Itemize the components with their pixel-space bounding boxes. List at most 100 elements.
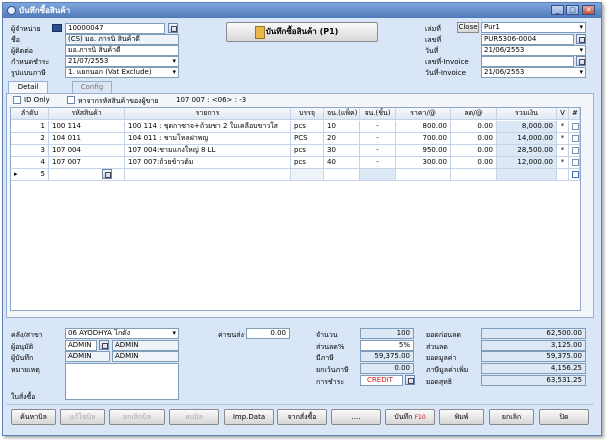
row-price[interactable]: 950.00: [396, 145, 451, 157]
col-discount[interactable]: ลด/@: [451, 108, 497, 120]
row-price[interactable]: 800.00: [396, 121, 451, 133]
nonvat-label: ยกเว้นภาษี: [316, 366, 349, 374]
tab-config[interactable]: Config: [72, 81, 112, 93]
row-price[interactable]: 700.00: [396, 133, 451, 145]
row-desc: [125, 169, 291, 181]
row-code[interactable]: 104 011: [49, 133, 125, 145]
warehouse-select[interactable]: 06 AYODHYA โกดัง: [65, 328, 179, 339]
date-label: วันที่: [425, 47, 439, 55]
due-date-picker[interactable]: 21/07/2553: [65, 56, 179, 67]
row-checkbox[interactable]: [569, 157, 580, 169]
col-pack[interactable]: จน.(แพ็ค): [324, 108, 360, 120]
edit-bill-button[interactable]: แก้ไขบิล: [60, 409, 105, 425]
row-code[interactable]: [49, 169, 125, 181]
table-row[interactable]: 3 107 004 107 004:ชามแกงใหญ่ 8 LL pcs 30…: [11, 145, 580, 157]
row-discount[interactable]: 0.00: [451, 133, 497, 145]
row-code[interactable]: 107 004: [49, 145, 125, 157]
col-total[interactable]: รวมเงิน: [497, 108, 557, 120]
row-discount[interactable]: 0.00: [451, 121, 497, 133]
save-button[interactable]: บันทึก F10: [385, 409, 435, 425]
payment-select[interactable]: CREDIT: [360, 375, 403, 386]
doc-no-input[interactable]: PUR5306-0004: [481, 34, 574, 45]
item-lookup-icon[interactable]: [102, 169, 112, 179]
col-no[interactable]: ลำดับ: [11, 108, 49, 120]
row-unit: pcs: [291, 145, 324, 157]
contact-input[interactable]: มอ.ภารนิ สินค้าดี: [65, 45, 179, 56]
row-pack[interactable]: 20: [324, 133, 360, 145]
delete-bill-button[interactable]: ลบบิล: [169, 409, 219, 425]
book-close-button[interactable]: Close: [457, 22, 479, 33]
table-row[interactable]: 4 107 007 107 007:ถ้วยข้าวต้ม pcs 40 - 3…: [11, 157, 580, 169]
cancel-button[interactable]: ยกเลิก: [489, 409, 534, 425]
table-row[interactable]: 2 104 011 104 011 : ชามโหลฝาพญ PCS 20 - …: [11, 133, 580, 145]
row-piece[interactable]: -: [360, 145, 396, 157]
row-price[interactable]: 300.00: [396, 157, 451, 169]
search-supplier-checkbox[interactable]: [67, 96, 75, 104]
row-piece[interactable]: -: [360, 133, 396, 145]
row-checkbox[interactable]: [569, 169, 580, 181]
col-desc[interactable]: รายการ: [125, 108, 291, 120]
row-code[interactable]: 107 007: [49, 157, 125, 169]
table-row-new[interactable]: ▸ 5: [11, 169, 580, 181]
row-checkbox[interactable]: [569, 133, 580, 145]
approver-lookup-icon[interactable]: [99, 340, 109, 350]
row-piece[interactable]: -: [360, 157, 396, 169]
from-order-button[interactable]: จากสั่งซื้อ: [277, 409, 327, 425]
table-row[interactable]: 1 100 114 100 114 : ชุดกาซาจ+ถ้วยชา 2 ใบ…: [11, 121, 580, 133]
row-price[interactable]: [396, 169, 451, 181]
invoice-no-input[interactable]: [481, 56, 574, 67]
row-pack[interactable]: 10: [324, 121, 360, 133]
row-pack[interactable]: 30: [324, 145, 360, 157]
due-date-label: กำหนดชำระ: [11, 58, 50, 66]
row-checkbox[interactable]: [569, 145, 580, 157]
book-label: เล่มที่: [425, 25, 441, 33]
vat-label: มีภาษี: [316, 354, 334, 362]
row-piece[interactable]: [360, 169, 396, 181]
row-no: 1: [11, 121, 49, 133]
date-picker[interactable]: 21/06/2553: [481, 45, 586, 56]
approver-code-input[interactable]: ADMIN: [65, 340, 97, 351]
supplier-code-input[interactable]: 10000047: [65, 23, 165, 34]
row-desc: 100 114 : ชุดกาซาจ+ถ้วยชา 2 ใบเคลือบขาวใ…: [125, 121, 291, 133]
search-bill-button[interactable]: ค้นหาบิล: [11, 409, 56, 425]
maximize-icon[interactable]: □: [566, 5, 579, 15]
row-discount[interactable]: [451, 169, 497, 181]
col-code[interactable]: รหัสสินค้า: [49, 108, 125, 120]
row-discount[interactable]: 0.00: [451, 157, 497, 169]
cancel-bill-button[interactable]: ยกเลิกบิล: [109, 409, 165, 425]
col-price[interactable]: ราคา/@: [396, 108, 451, 120]
minimize-icon[interactable]: _: [551, 5, 564, 15]
invoice-date-picker[interactable]: 21/06/2553: [481, 67, 586, 78]
col-v[interactable]: V: [557, 108, 569, 120]
row-pack[interactable]: 40: [324, 157, 360, 169]
row-unit: [291, 169, 324, 181]
book-select[interactable]: Pur1: [481, 22, 586, 33]
shipping-input[interactable]: 0.00: [246, 328, 290, 339]
col-piece[interactable]: จน.(ชิ้น): [360, 108, 396, 120]
doc-lookup-icon[interactable]: [576, 34, 586, 44]
tax-type-select[interactable]: 1. แยกนอก (Vat Exclude): [65, 67, 179, 78]
items-table: ลำดับ รหัสสินค้า รายการ บรรจุ จน.(แพ็ค) …: [10, 107, 581, 311]
id-only-checkbox[interactable]: [13, 96, 21, 104]
close-icon[interactable]: ✕: [582, 5, 595, 15]
payment-lookup-icon[interactable]: [405, 375, 415, 385]
purchase-record-button[interactable]: บันทึกซื้อสินค้า (P1): [226, 22, 378, 42]
close-button[interactable]: ปิด: [539, 409, 589, 425]
divider: [6, 404, 594, 405]
print-button[interactable]: พิมพ์: [439, 409, 484, 425]
invoice-lookup-icon[interactable]: [576, 56, 586, 66]
import-data-button[interactable]: Imp.Data: [224, 409, 274, 425]
row-code[interactable]: 100 114: [49, 121, 125, 133]
row-discount[interactable]: 0.00: [451, 145, 497, 157]
col-unit[interactable]: บรรจุ: [291, 108, 324, 120]
more-button[interactable]: ....: [331, 409, 381, 425]
document-icon: [255, 26, 265, 39]
disc-pct-input[interactable]: 5%: [360, 340, 414, 351]
note-textarea[interactable]: [65, 363, 179, 400]
col-mark[interactable]: #: [569, 108, 580, 120]
row-pack[interactable]: [324, 169, 360, 181]
row-checkbox[interactable]: [569, 121, 580, 133]
supplier-flag-icon[interactable]: [52, 24, 62, 32]
row-piece[interactable]: -: [360, 121, 396, 133]
supplier-lookup-icon[interactable]: [168, 23, 178, 33]
